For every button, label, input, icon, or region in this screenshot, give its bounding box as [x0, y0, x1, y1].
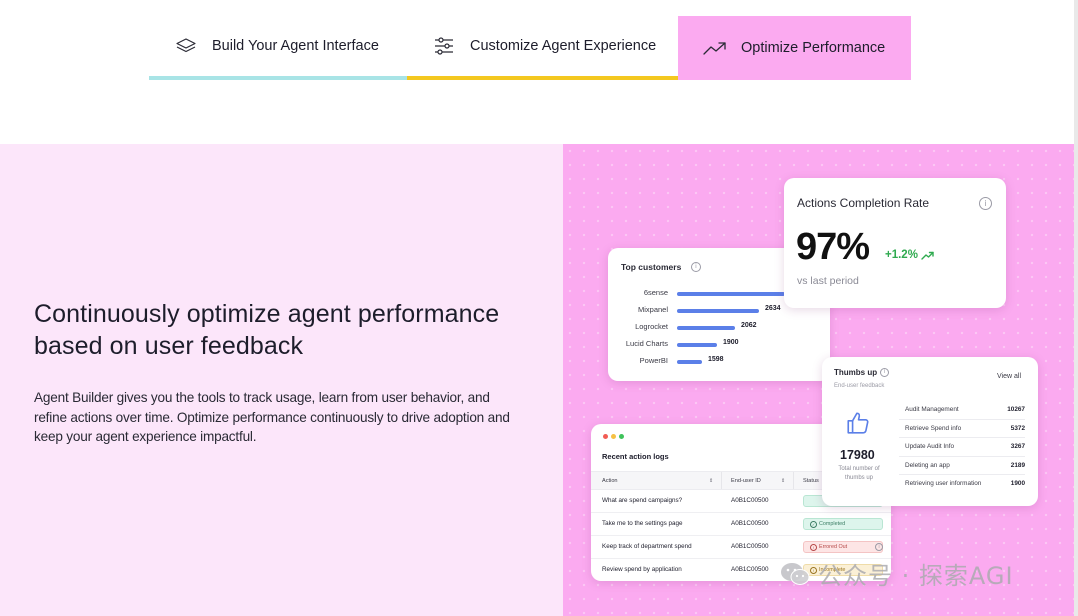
status-badge: ! Errored Out — [803, 541, 883, 553]
list-item[interactable]: Audit Management 10267 — [899, 401, 1025, 420]
customer-bar — [677, 343, 717, 347]
customer-name: 6sense — [643, 288, 668, 297]
tab-label: Customize Agent Experience — [470, 38, 657, 54]
customer-name: PowerBI — [639, 356, 668, 365]
page: Build Your Agent Interface Customize Age… — [0, 0, 1078, 616]
view-all-link[interactable]: View all — [997, 373, 1021, 380]
actions-completion-title: Actions Completion Rate — [797, 196, 930, 210]
trend-up-icon — [921, 251, 934, 260]
info-icon: i — [880, 368, 889, 377]
watermark: 公众号 · 探索AGI — [780, 556, 1014, 591]
action-cell: Take me to the settings page — [602, 520, 683, 527]
completion-rate-delta: +1.2% — [885, 249, 934, 261]
window-controls — [603, 434, 624, 439]
customer-value: 1598 — [708, 356, 724, 363]
error-icon: ! — [810, 544, 817, 551]
tab-build-agent-interface[interactable]: Build Your Agent Interface — [149, 16, 407, 80]
list-item[interactable]: Deleting an app 2189 — [899, 457, 1025, 475]
list-item[interactable]: Retrieving user information 1900 — [899, 475, 1025, 494]
thumbs-up-caption: Total number of thumbs up — [838, 466, 880, 481]
customer-name: Logrocket — [635, 322, 668, 331]
action-logs-title: Recent action logs — [602, 452, 669, 461]
list-item[interactable]: Retrieve Spend info 5372 — [899, 420, 1025, 438]
customer-value: 2634 — [765, 305, 781, 312]
action-cell: What are spend campaigns? — [602, 497, 683, 504]
watermark-text: 公众号 · 探索AGI — [818, 562, 1014, 590]
list-item[interactable]: Update Audit Info 3267 — [899, 438, 1025, 457]
column-header-user[interactable]: End-user ID — [731, 472, 761, 490]
info-icon: i — [979, 197, 992, 210]
thumbs-up-title: Thumbs up — [834, 368, 878, 377]
customer-value: 1900 — [723, 339, 739, 346]
tab-label: Optimize Performance — [741, 40, 886, 56]
thumbs-up-card: Thumbs up i End-user feedback View all 1… — [822, 357, 1038, 506]
table-row[interactable]: Take me to the settings page A0B1C00500 … — [591, 513, 891, 536]
section-headline: Continuously optimize agent performance … — [34, 300, 500, 360]
delta-text: +1.2% — [885, 249, 918, 261]
sort-icon[interactable]: ⇕ — [709, 478, 713, 484]
feature-tabs: Build Your Agent Interface Customize Age… — [149, 16, 911, 80]
user-id-cell: A0B1C00500 — [731, 497, 769, 504]
customer-bar — [677, 326, 735, 330]
feature-section: Continuously optimize agent performance … — [0, 144, 1074, 616]
customer-row: Lucid Charts 1900 — [608, 339, 830, 351]
actions-completion-card: Actions Completion Rate i 97% +1.2% vs l… — [784, 178, 1006, 308]
check-icon: ✓ — [810, 521, 817, 528]
column-divider — [793, 472, 794, 489]
status-badge: ✓ Completed — [803, 518, 883, 530]
tab-customize-agent-experience[interactable]: Customize Agent Experience — [407, 16, 678, 80]
top-customers-title: Top customers — [621, 262, 682, 272]
column-divider — [721, 472, 722, 489]
section-description: Agent Builder gives you the tools to tra… — [34, 390, 510, 444]
customer-bar — [677, 360, 702, 364]
customer-name: Lucid Charts — [625, 339, 668, 348]
thumbs-up-icon — [845, 410, 871, 441]
customer-row: Logrocket 2062 — [608, 322, 830, 334]
info-icon: i — [691, 262, 701, 272]
user-id-cell: A0B1C00500 — [731, 520, 769, 527]
column-header-action[interactable]: Action — [602, 472, 618, 490]
wechat-icon — [781, 562, 810, 585]
trending-up-icon — [703, 36, 727, 60]
dashboard-illustration: Top customers i 6sense Mixpanel 2634 Logroc… — [563, 144, 1074, 616]
tab-label: Build Your Agent Interface — [212, 38, 379, 54]
action-cell: Keep track of department spend — [602, 543, 692, 550]
layers-icon — [174, 34, 198, 58]
info-icon[interactable]: i — [875, 543, 883, 551]
close-dot-icon — [603, 434, 608, 439]
completion-rate-period: vs last period — [797, 275, 859, 287]
user-id-cell: A0B1C00500 — [731, 543, 769, 550]
tab-optimize-performance[interactable]: Optimize Performance — [678, 16, 911, 80]
thumbs-up-list: Audit Management 10267 Retrieve Spend inf… — [899, 401, 1025, 494]
completion-rate-value: 97% — [796, 226, 870, 268]
column-header-status[interactable]: Status — [803, 472, 819, 490]
sort-icon[interactable]: ⇕ — [781, 478, 785, 484]
maximize-dot-icon — [619, 434, 624, 439]
minimize-dot-icon — [611, 434, 616, 439]
customer-bar — [677, 309, 759, 313]
customer-value: 2062 — [741, 322, 757, 329]
thumbs-up-subtitle: End-user feedback — [834, 383, 885, 389]
user-id-cell: A0B1C00500 — [731, 566, 769, 573]
thumbs-up-total: 17980 — [840, 448, 875, 462]
customer-bar — [677, 292, 785, 296]
action-cell: Review spend by application — [602, 566, 682, 573]
scrollbar[interactable] — [1074, 0, 1078, 616]
sliders-icon — [432, 34, 456, 58]
customer-name: Mixpanel — [637, 305, 668, 314]
customer-row: PowerBI 1598 — [608, 356, 830, 368]
